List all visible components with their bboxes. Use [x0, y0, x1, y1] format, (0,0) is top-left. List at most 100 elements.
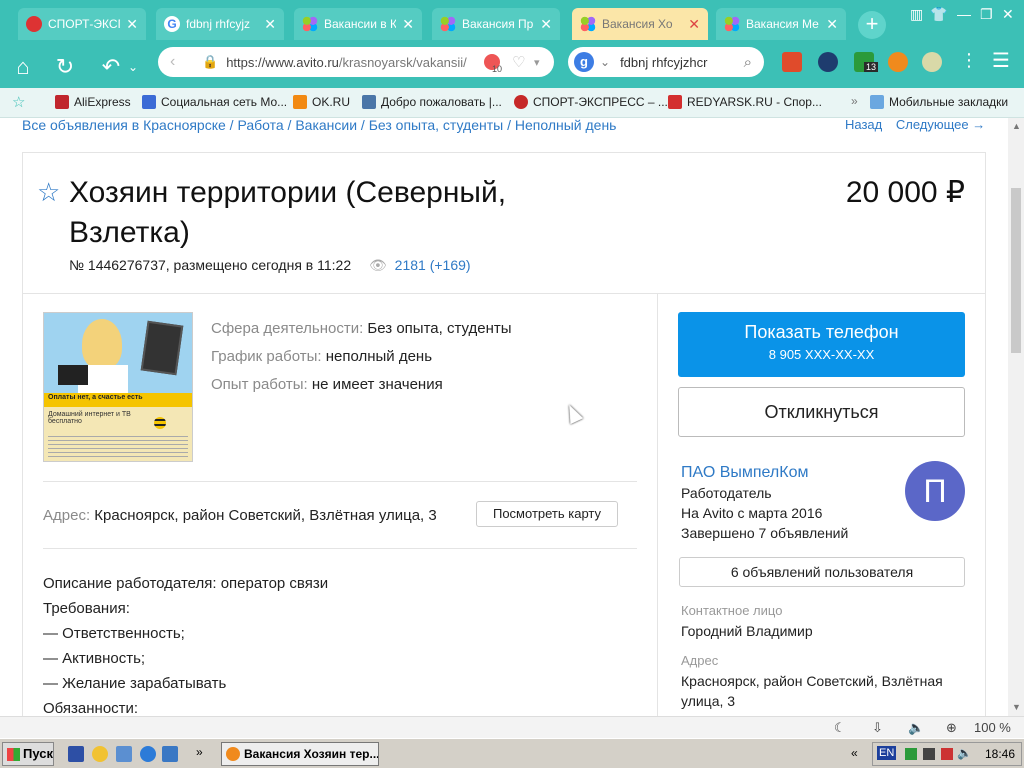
phone-number-masked: 8 905 XXX-XX-XX [768, 347, 875, 362]
taskbar-browser-window[interactable]: Вакансия Хозяин тер... [221, 742, 379, 766]
orange-extension-icon[interactable] [888, 52, 908, 72]
next-link[interactable]: Следующее → [896, 118, 985, 132]
close-tab-icon[interactable]: ✕ [540, 16, 552, 33]
breadcrumb[interactable]: Все объявления в Красноярске / Работа / … [22, 118, 616, 133]
theme-shirt-icon[interactable]: 👕 [930, 6, 947, 23]
tab-vacancies-krasnoyarsk[interactable]: Вакансии в К ✕ [294, 8, 422, 40]
scroll-up-arrow-icon[interactable]: ▲ [1012, 121, 1021, 131]
save-quicklaunch-icon[interactable] [68, 746, 84, 762]
bookmark-label: Мобильные закладки [889, 95, 1009, 109]
lock-icon: 🔒 [202, 54, 219, 69]
reload-icon[interactable]: ↻ [50, 52, 80, 82]
favorite-star-icon[interactable]: ☆ [37, 177, 60, 208]
scroll-down-arrow-icon[interactable]: ▼ [1012, 702, 1021, 712]
tray-expand-icon[interactable]: « [851, 746, 858, 760]
zoom-icon[interactable]: ⊕ [946, 720, 957, 736]
star-bookmark-icon[interactable]: ☆ [12, 93, 25, 111]
browser-status-bar: ☾ ⇩ 🔈 ⊕ 100 % [0, 716, 1024, 738]
close-tab-icon[interactable]: ✕ [264, 16, 276, 33]
desktop-quicklaunch-icon[interactable] [116, 746, 132, 762]
chevron-down-icon[interactable]: ⌄ [118, 52, 148, 82]
tab-sport-express[interactable]: СПОРТ-ЭКСП ✕ [18, 8, 146, 40]
google-favicon-icon: G [164, 16, 180, 32]
avatar[interactable]: П [905, 461, 965, 521]
bookmark-label: СПОРТ-ЭКСПРЕСС – ... [533, 95, 668, 109]
bookmark-label: OK.RU [312, 95, 351, 109]
google-engine-icon[interactable]: g [574, 52, 594, 72]
description-line: Обязанности: [43, 700, 139, 716]
show-phone-button[interactable]: Показать телефон 8 905 XXX-XX-XX [678, 312, 965, 377]
bookmark-mobile[interactable]: Мобильные закладки [870, 95, 1008, 109]
address-bar[interactable]: ‹ 🔒 https://www.avito.ru/krasnoyarsk/vak… [158, 47, 554, 77]
bookmark-vk[interactable]: Добро пожаловать |... [362, 95, 502, 109]
more-vertical-icon[interactable]: ⋮ [960, 50, 978, 71]
close-tab-icon[interactable]: ✕ [826, 16, 838, 33]
menu-icon[interactable]: ☰ [992, 48, 1010, 73]
seller-completed: Завершено 7 объявлений [681, 525, 849, 541]
sport-express-favicon-icon [26, 16, 42, 32]
seller-since: На Avito с марта 2016 [681, 505, 823, 521]
show-map-button[interactable]: Посмотреть карту [476, 501, 618, 527]
tray-green-icon[interactable] [905, 748, 917, 760]
tray-red-icon[interactable] [941, 748, 953, 760]
param-value: неполный день [325, 348, 433, 365]
language-indicator[interactable]: EN [877, 746, 897, 760]
close-tab-icon[interactable]: ✕ [688, 16, 700, 33]
tab-search[interactable]: G fdbnj rhfcyjz ✕ [156, 8, 284, 40]
sidebar-address-value: Красноярск, район Советский, Взлётная ул… [681, 673, 943, 709]
tab-title: Вакансии в К [324, 17, 397, 31]
tab-vacancy-me[interactable]: Вакансия Ме ✕ [716, 8, 846, 40]
home-icon[interactable]: ⌂ [8, 52, 38, 82]
close-window-icon[interactable]: ✕ [1002, 6, 1014, 23]
volume-icon[interactable]: 🔈 [908, 720, 924, 736]
tab-vacancy-pr[interactable]: Вакансия Пр ✕ [432, 8, 560, 40]
search-input[interactable]: fdbnj rhfcyjzhcr [620, 55, 707, 70]
page-scrollbar[interactable]: ▲ ▼ [1008, 118, 1024, 716]
tray-volume-icon[interactable]: 🔈 [957, 746, 972, 760]
scroll-thumb[interactable] [1011, 188, 1021, 353]
back-link[interactable]: Назад [845, 118, 882, 132]
ie-quicklaunch-icon[interactable] [140, 746, 156, 762]
search-box[interactable]: g ⌄ fdbnj rhfcyjzhcr ⌕ [568, 47, 764, 77]
chevron-down-icon[interactable]: ▾ [534, 56, 540, 69]
quicklaunch-more-icon[interactable]: » [196, 745, 203, 759]
tab-vacancy-active[interactable]: Вакансия Хо ✕ [572, 8, 708, 40]
bulb-extension-icon[interactable] [922, 52, 942, 72]
respond-button[interactable]: Откликнуться [678, 387, 965, 437]
bookmarks-more-button[interactable]: » [851, 94, 858, 108]
maximize-icon[interactable]: ❐ [980, 6, 993, 23]
taskbar-window-title: Вакансия Хозяин тер... [244, 747, 379, 761]
sun-quicklaunch-icon[interactable] [92, 746, 108, 762]
favorite-heart-icon[interactable]: ♡ [512, 53, 525, 71]
bookmark-redyarsk[interactable]: REDYARSK.RU - Спор... [668, 95, 822, 109]
tray-monitor-icon[interactable] [923, 748, 935, 760]
new-tab-button[interactable]: + [858, 11, 886, 39]
html5-extension-icon[interactable] [782, 52, 802, 72]
listing-photo[interactable]: Оплаты нет, а счастье есть Домашний инте… [43, 312, 193, 462]
close-tab-icon[interactable]: ✕ [402, 16, 414, 33]
night-mode-icon[interactable]: ☾ [834, 720, 846, 736]
download-icon[interactable]: ⇩ [872, 720, 883, 736]
bookmark-social[interactable]: Социальная сеть Мо... [142, 95, 287, 109]
seller-name-link[interactable]: ПАО ВымпелКом [681, 463, 848, 483]
bookmark-ok[interactable]: OK.RU [293, 95, 350, 109]
tab-list-icon[interactable]: ▥ [910, 6, 923, 23]
minimize-icon[interactable]: — [957, 6, 971, 22]
bookmark-aliexpress[interactable]: AliExpress [55, 95, 131, 109]
aliexpress-icon [55, 95, 69, 109]
zoom-level[interactable]: 100 % [974, 720, 1011, 735]
bookmark-sport-express[interactable]: СПОРТ-ЭКСПРЕСС – ... [514, 95, 668, 109]
close-tab-icon[interactable]: ✕ [126, 16, 138, 33]
views-count-link[interactable]: 2181 (+169) [395, 257, 471, 273]
url-path: /krasnoyarsk/vakansii/ [338, 54, 467, 70]
back-icon[interactable]: ‹ [170, 53, 175, 71]
param-value: Без опыта, студенты [367, 320, 512, 337]
start-button[interactable]: Пуск [2, 742, 54, 766]
app-quicklaunch-icon[interactable] [162, 746, 178, 762]
show-phone-label: Показать телефон [744, 322, 899, 342]
delta-extension-icon[interactable] [818, 52, 838, 72]
avito-favicon-icon [440, 16, 456, 32]
search-icon[interactable]: ⌕ [744, 54, 752, 71]
chevron-down-icon[interactable]: ⌄ [600, 55, 610, 69]
user-ads-button[interactable]: 6 объявлений пользователя [679, 557, 965, 587]
